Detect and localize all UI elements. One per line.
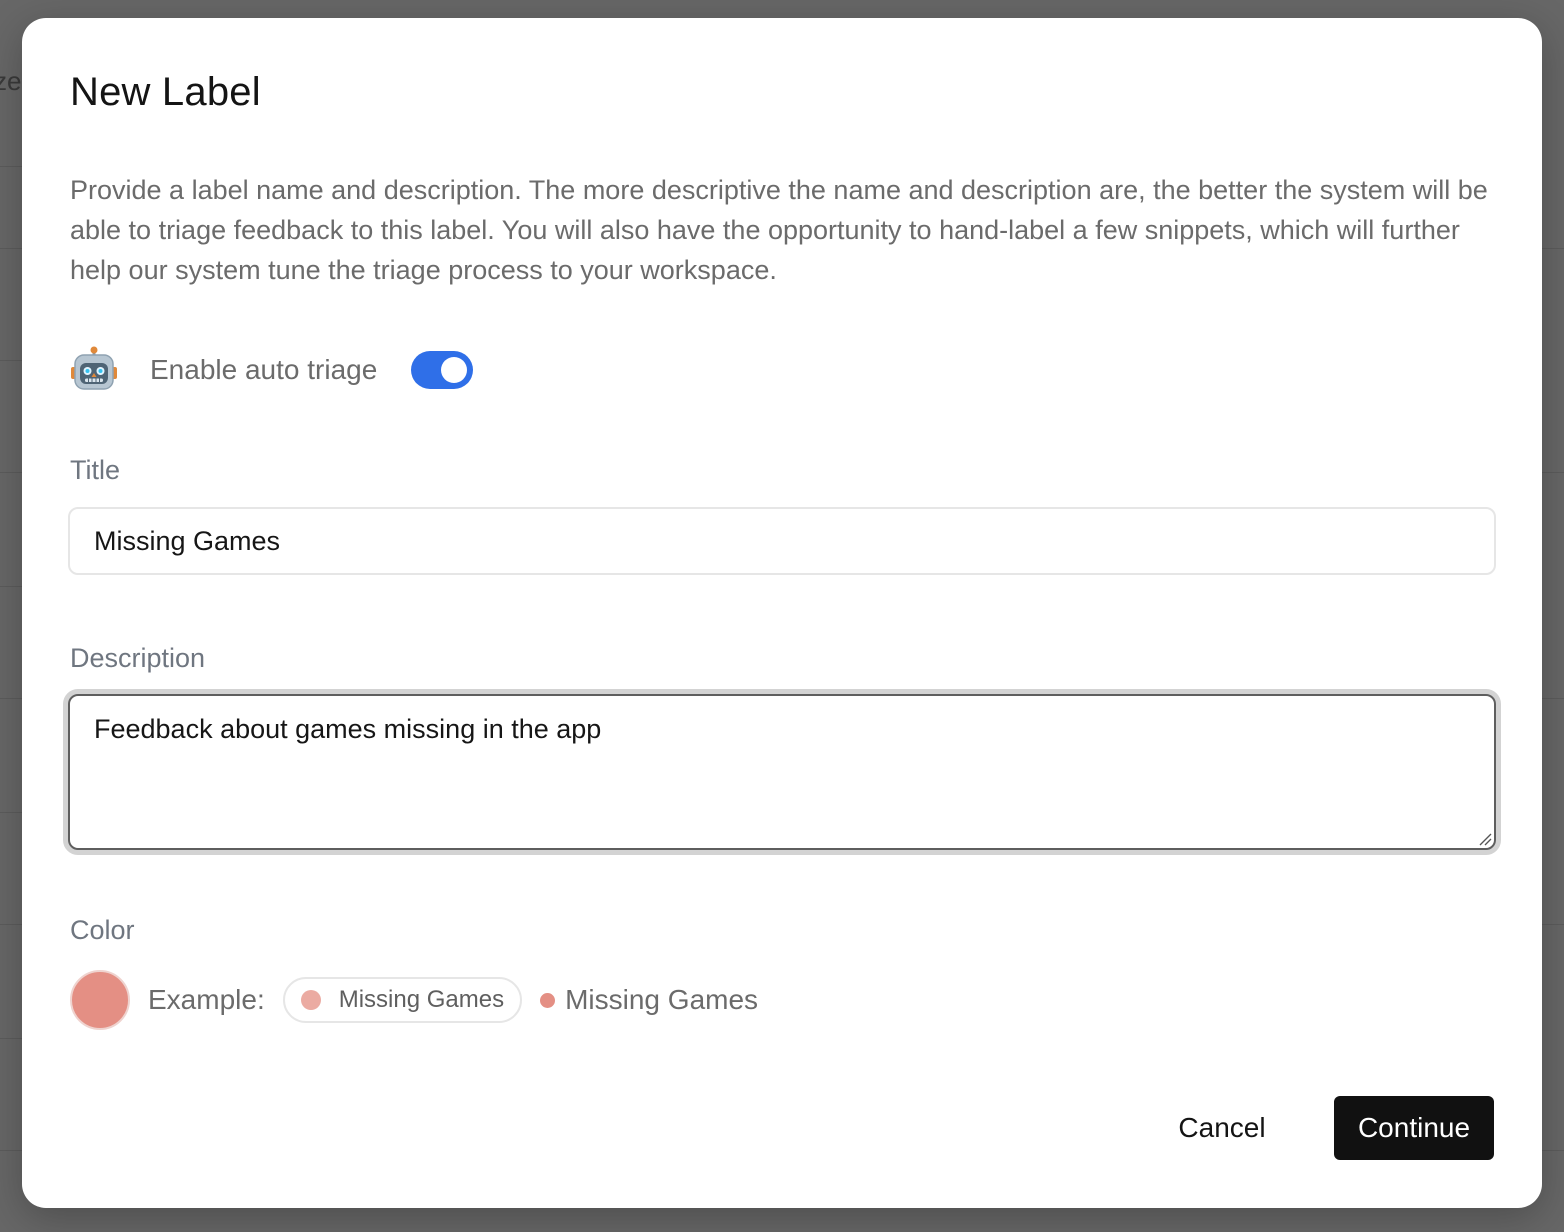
chip-text: Missing Games <box>338 986 505 1013</box>
background-divider <box>0 812 22 813</box>
toggle-knob <box>441 357 468 383</box>
description-field-label: Description <box>70 643 206 673</box>
background-divider <box>0 360 22 361</box>
title-field-label: Title <box>70 455 121 485</box>
background-divider <box>1542 924 1564 925</box>
chip-color-dot <box>300 990 321 1010</box>
background-divider <box>0 924 22 925</box>
robot-icon <box>70 346 118 394</box>
auto-triage-label: Enable auto triage <box>150 354 378 385</box>
background-divider <box>1542 1150 1564 1151</box>
example-label: Example: <box>148 984 265 1015</box>
inline-color-dot <box>540 992 556 1008</box>
description-textarea[interactable]: Feedback about games missing in the app <box>68 694 1496 850</box>
color-swatch-button[interactable] <box>70 970 130 1030</box>
description-focus-ring: Feedback about games missing in the app <box>63 689 1501 855</box>
background-divider <box>0 698 22 699</box>
continue-button[interactable]: Continue <box>1334 1096 1494 1160</box>
background-divider <box>0 1150 22 1151</box>
auto-triage-row: Enable auto triage <box>70 344 474 396</box>
inline-tag-text: Missing Games <box>565 984 759 1015</box>
cancel-button[interactable]: Cancel <box>1154 1096 1290 1160</box>
background-divider <box>1542 248 1564 249</box>
background-divider <box>0 472 22 473</box>
example-inline-tag: Missing Games <box>540 984 758 1016</box>
resize-handle-icon[interactable] <box>1478 832 1492 846</box>
dialog-title: New Label <box>70 70 261 114</box>
auto-triage-toggle[interactable] <box>411 351 474 389</box>
color-field-label: Color <box>70 915 135 945</box>
background-divider <box>0 1038 22 1039</box>
background-divider <box>1542 472 1564 473</box>
background-text-fragment: ze <box>0 66 22 96</box>
color-row: Example: Missing Games Missing Games <box>70 968 758 1032</box>
background-divider <box>1542 698 1564 699</box>
dialog-description: Provide a label name and description. Th… <box>70 175 1488 285</box>
background-divider <box>0 586 22 587</box>
background-divider <box>0 248 22 249</box>
title-input[interactable] <box>68 507 1496 575</box>
background-divider <box>0 166 22 167</box>
example-chip: Missing Games <box>282 977 523 1023</box>
new-label-dialog: New Label Provide a label name and descr… <box>22 18 1542 1208</box>
